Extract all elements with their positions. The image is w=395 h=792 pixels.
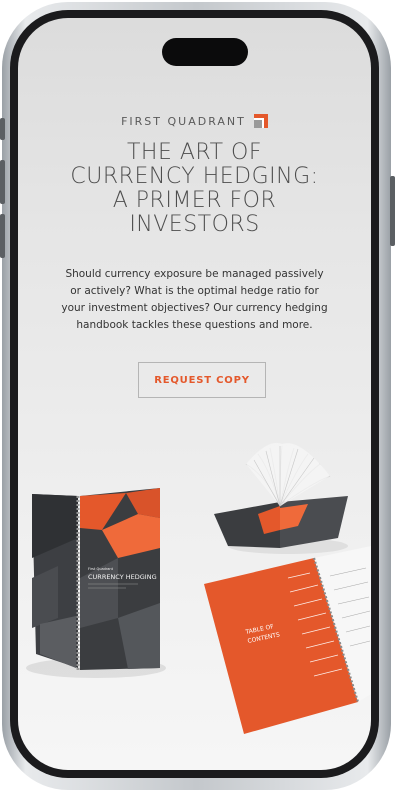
volume-down-button [0,214,5,258]
handbook-product-photo: First Quadrant CURRENCY HEDGING TABLE OF… [26,442,371,734]
cover-title: CURRENCY HEDGING [88,573,157,581]
table-of-contents-spread: TABLE OF CONTENTS [204,546,371,734]
mute-switch [0,118,5,140]
power-button [390,176,395,246]
page: FIRST QUADRANT THE ART OF CURRENCY HEDGI… [0,0,395,792]
standing-handbook: First Quadrant CURRENCY HEDGING [32,488,160,670]
phone-screen: FIRST QUADRANT THE ART OF CURRENCY HEDGI… [18,18,371,770]
svg-text:First Quadrant: First Quadrant [88,567,114,571]
open-handbook [214,442,348,548]
volume-up-button [0,160,5,204]
